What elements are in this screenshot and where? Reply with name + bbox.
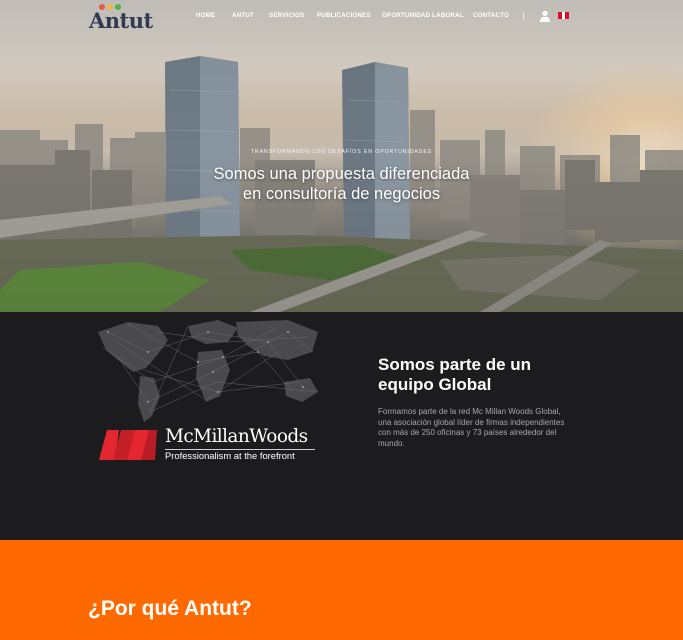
hero-overlay	[0, 0, 683, 312]
mcmillanwoods-mark-icon	[99, 430, 157, 460]
mcmillanwoods-logo: McMillanWoods Professionalism at the for…	[99, 426, 329, 466]
why-antut-title: ¿Por qué Antut?	[88, 597, 252, 620]
world-network-map-image	[98, 320, 319, 422]
mcmillanwoods-tagline: Professionalism at the forefront	[165, 450, 295, 461]
why-antut-section: ¿Por qué Antut?	[0, 540, 683, 640]
global-description: Formamos parte de la red Mc Millan Woods…	[378, 407, 565, 448]
top-navigation: Antut HOME ANTUT SERVICIOS PUBLICACIONES…	[0, 0, 683, 34]
logo-text: Antut	[89, 8, 153, 33]
flag-stripe-right	[565, 12, 570, 19]
hero-title: Somos una propuesta diferenciada en cons…	[213, 165, 470, 203]
antut-logo[interactable]: Antut	[89, 4, 153, 33]
global-title: Somos parte de un equipo Global	[378, 355, 532, 394]
hero-kicker: TRANSFORMANDO LOS DESAFÍOS EN OPORTUNIDA…	[250, 149, 433, 155]
mcmillanwoods-name: McMillanWoods	[165, 426, 308, 447]
peru-flag-icon[interactable]	[558, 12, 570, 19]
nav-link-antut[interactable]: ANTUT	[232, 12, 254, 19]
nav-link-oportunidad-laboral[interactable]: OPORTUNIDAD LABORAL	[382, 12, 464, 19]
nav-divider	[523, 12, 524, 20]
user-icon-glyph	[540, 10, 550, 22]
nav-link-contacto[interactable]: CONTACTO	[473, 12, 509, 19]
nav-link-servicios[interactable]: SERVICIOS	[269, 12, 304, 19]
nav-link-publicaciones[interactable]: PUBLICACIONES	[317, 12, 371, 19]
user-icon[interactable]	[539, 9, 551, 22]
global-network-section: McMillanWoods Professionalism at the for…	[0, 312, 683, 540]
nav-link-home[interactable]: HOME	[196, 12, 215, 19]
hero-section: Antut HOME ANTUT SERVICIOS PUBLICACIONES…	[0, 0, 683, 312]
